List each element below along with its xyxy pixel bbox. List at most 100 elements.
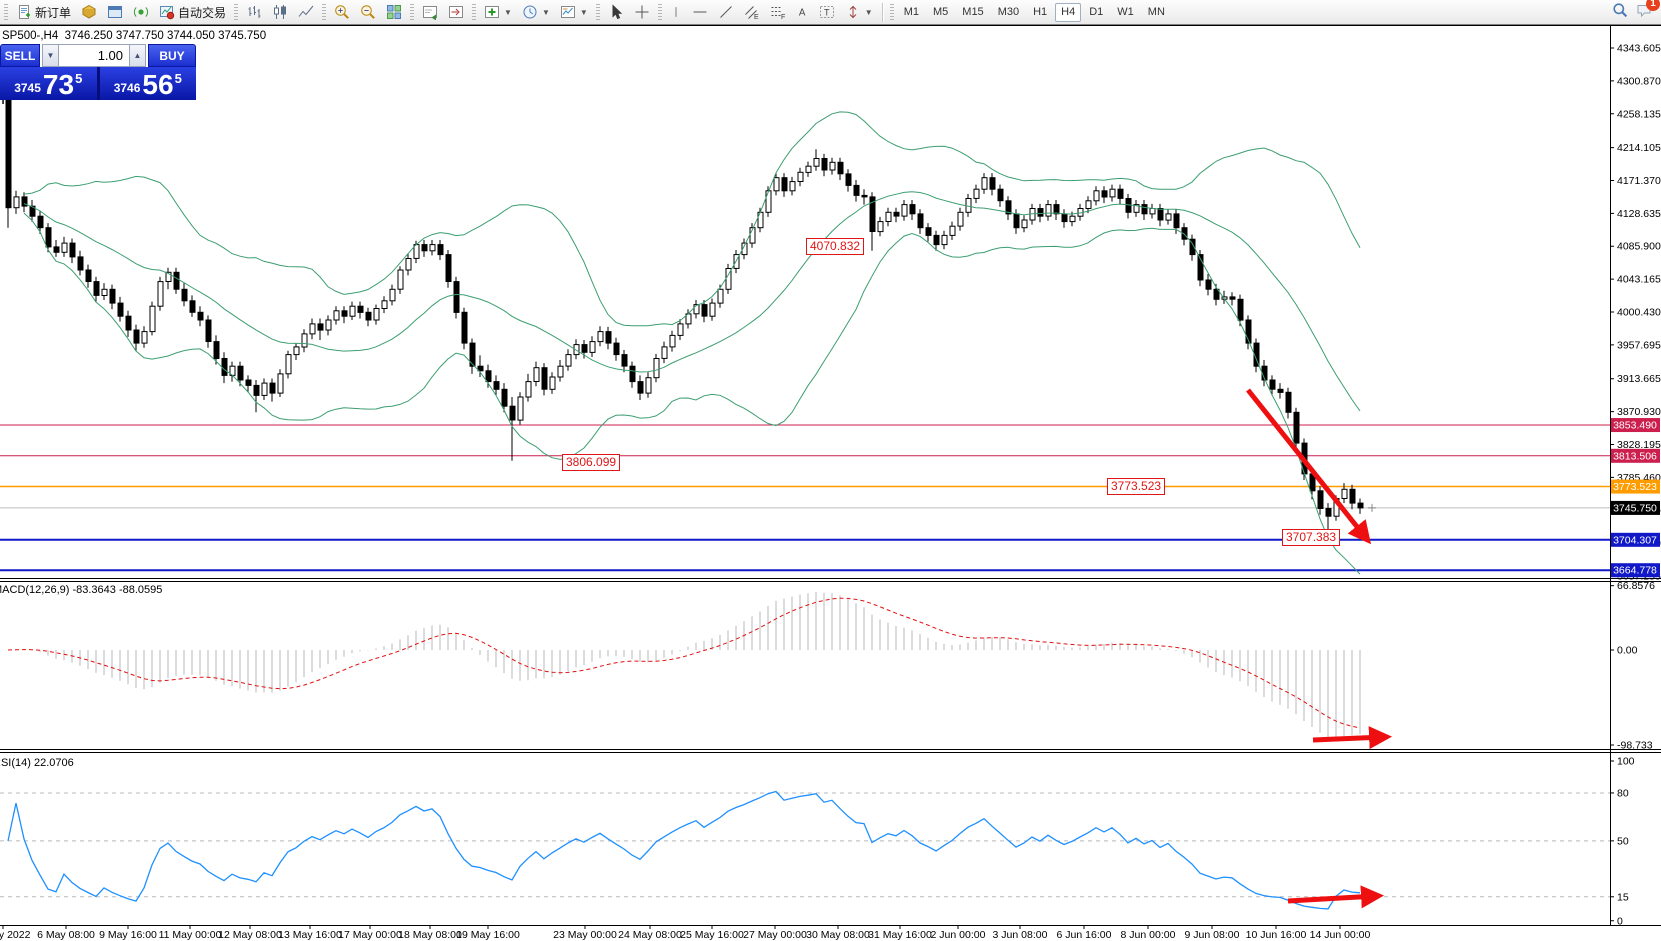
chevron-down-icon[interactable]: ▼	[580, 8, 588, 17]
timeframe-H4[interactable]: H4	[1055, 3, 1081, 22]
toolbar-grip	[658, 4, 662, 20]
price-tick: 4085.900	[1617, 241, 1661, 253]
zoom-in-button[interactable]	[330, 2, 354, 23]
time-tick: 18 May 08:00	[398, 929, 462, 941]
svg-text:3704.307: 3704.307	[1613, 534, 1657, 546]
volume-input[interactable]	[59, 44, 129, 67]
price-tick: 4000.430	[1617, 307, 1661, 319]
timeframe-W1[interactable]: W1	[1111, 3, 1140, 22]
toolbar: 新订单 自动交易 ▼ ▼ ▼ E FAT ▼ M1M5M15M30H1H4D1W1MN 1	[0, 0, 1661, 25]
price-tick: 4043.165	[1617, 274, 1661, 286]
timeframe-M1[interactable]: M1	[898, 3, 925, 22]
fibonacci-icon: F	[770, 4, 786, 20]
svg-text:E: E	[754, 14, 759, 20]
hline-button[interactable]	[688, 2, 712, 23]
trendline-icon	[718, 4, 734, 20]
symbol-period: SP500-,H4	[2, 30, 58, 42]
zoom-out-button[interactable]	[356, 2, 380, 23]
chart-candles-button[interactable]	[268, 2, 292, 23]
chart-line-button[interactable]	[294, 2, 318, 23]
time-tick: 6 May 08:00	[37, 929, 95, 941]
toolbar-grip	[234, 4, 238, 20]
price-tick: 4171.370	[1617, 175, 1661, 187]
price-tick: 4343.605	[1617, 43, 1661, 55]
price-tick: 4214.105	[1617, 142, 1661, 154]
price-text-label[interactable]: 3806.099	[562, 454, 620, 471]
chart-bars-button[interactable]	[242, 2, 266, 23]
market-box-button[interactable]	[77, 2, 101, 23]
sell-button[interactable]: SELL	[0, 44, 40, 67]
buy-price[interactable]: 3746 56 5	[100, 67, 197, 100]
price-tick: 3870.930	[1617, 406, 1661, 418]
drawn-arrow[interactable]	[1313, 737, 1384, 740]
chevron-down-icon[interactable]: ▼	[504, 8, 512, 17]
sell-price[interactable]: 3745 73 5	[0, 67, 97, 100]
arrows-button[interactable]: ▼	[841, 2, 877, 23]
time-tick: 19 May 16:00	[456, 929, 520, 941]
volume-increase-button[interactable]: ▲	[129, 44, 146, 67]
crosshair-button[interactable]	[630, 2, 654, 23]
fibonacci-button[interactable]: F	[766, 2, 790, 23]
time-tick: 6 Jun 16:00	[1057, 929, 1112, 941]
chart-bars-icon	[246, 4, 262, 20]
crosshair-icon	[634, 4, 650, 20]
timeframe-H1[interactable]: H1	[1027, 3, 1053, 22]
indicators-icon	[484, 4, 500, 20]
indicators-button[interactable]: ▼	[480, 2, 516, 23]
price-chart[interactable]: 4343.6054300.8704258.1354214.1054171.370…	[0, 0, 1661, 941]
chevron-down-icon[interactable]: ▼	[865, 8, 873, 17]
channel-button[interactable]: E	[740, 2, 764, 23]
sell-price-major: 3745	[14, 81, 41, 95]
search-icon[interactable]	[1611, 2, 1629, 23]
auto-scroll-button[interactable]	[418, 2, 442, 23]
time-tick: 11 May 00:00	[159, 929, 222, 941]
text-button[interactable]: A	[792, 2, 813, 23]
time-tick: 9 Jun 08:00	[1185, 929, 1240, 941]
new-order-button[interactable]: 新订单	[12, 2, 75, 23]
buy-button[interactable]: BUY	[148, 44, 196, 67]
timeframe-M5[interactable]: M5	[927, 3, 954, 22]
timeframe-D1[interactable]: D1	[1083, 3, 1109, 22]
volume-decrease-button[interactable]: ▼	[42, 44, 59, 67]
text-icon: A	[796, 4, 809, 20]
rsi-tick: 50	[1617, 835, 1629, 847]
tile-windows-icon	[386, 4, 402, 20]
autotrading-icon	[159, 4, 175, 20]
pane-separator[interactable]	[0, 747, 1661, 754]
time-tick: 31 May 16:00	[868, 929, 932, 941]
svg-text:3813.506: 3813.506	[1613, 450, 1657, 462]
time-tick: 14 Jun 00:00	[1310, 929, 1371, 941]
chevron-down-icon[interactable]: ▼	[542, 8, 550, 17]
chart-shift-icon	[448, 4, 464, 20]
hline-icon	[692, 4, 708, 20]
templates-button[interactable]: ▼	[556, 2, 592, 23]
timeframe-M30[interactable]: M30	[992, 3, 1025, 22]
periods-button[interactable]: ▼	[518, 2, 554, 23]
toolbar-grip	[596, 4, 600, 20]
time-tick: 3 Jun 08:00	[993, 929, 1048, 941]
trendline-button[interactable]	[714, 2, 738, 23]
timeframe-MN[interactable]: MN	[1142, 3, 1171, 22]
label-button[interactable]: T	[815, 2, 839, 23]
price-text-label[interactable]: 3773.523	[1107, 478, 1165, 495]
chart-shift-button[interactable]	[444, 2, 468, 23]
window-button[interactable]	[103, 2, 127, 23]
price-text-label[interactable]: 3707.383	[1282, 529, 1340, 546]
price-tick: 4258.135	[1617, 108, 1661, 120]
autotrading-button[interactable]: 自动交易	[155, 2, 230, 23]
vline-button[interactable]	[666, 2, 686, 23]
price-text-label[interactable]: 4070.832	[806, 238, 864, 255]
rsi-tick: 100	[1617, 756, 1635, 768]
timeframe-M15[interactable]: M15	[956, 3, 989, 22]
signal-button[interactable]	[129, 2, 153, 23]
new-order-label: 新订单	[35, 4, 71, 21]
templates-icon	[560, 4, 576, 20]
label-icon: T	[819, 4, 835, 20]
chart-candles-icon	[272, 4, 288, 20]
price-tick: 3957.695	[1617, 339, 1661, 351]
time-tick: 24 May 08:00	[618, 929, 682, 941]
cursor-button[interactable]	[604, 2, 628, 23]
pane-separator[interactable]	[0, 576, 1661, 583]
chat-icon[interactable]: 1	[1635, 2, 1653, 23]
tile-windows-button[interactable]	[382, 2, 406, 23]
